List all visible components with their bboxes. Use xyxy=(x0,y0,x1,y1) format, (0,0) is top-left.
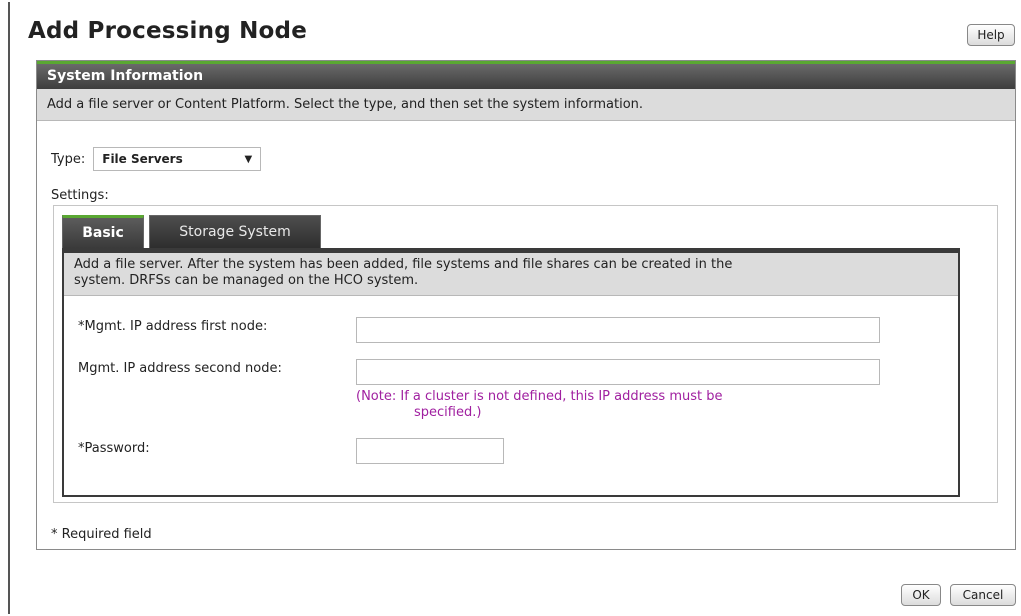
dialog-title: Add Processing Node xyxy=(28,18,307,44)
help-button[interactable]: Help xyxy=(967,24,1015,46)
basic-description-line1: Add a file server. After the system has … xyxy=(74,257,733,272)
cluster-note-line1: (Note: If a cluster is not defined, this… xyxy=(356,389,723,404)
ok-button[interactable]: OK xyxy=(901,584,941,606)
cancel-button[interactable]: Cancel xyxy=(950,584,1016,606)
tab-basic[interactable]: Basic xyxy=(62,215,144,248)
add-processing-node-dialog: Add Processing Node Help System Informat… xyxy=(8,2,1019,614)
basic-tab-content: Add a file server. After the system has … xyxy=(62,248,960,497)
panel-header: System Information xyxy=(37,61,1015,89)
ip-first-node-label: *Mgmt. IP address first node: xyxy=(78,319,268,334)
ip-first-node-input[interactable] xyxy=(356,317,880,343)
type-select-value: File Servers xyxy=(102,152,183,166)
basic-tab-description: Add a file server. After the system has … xyxy=(64,253,958,296)
tab-storage-system[interactable]: Storage System xyxy=(149,215,321,248)
type-label: Type: xyxy=(51,151,86,167)
cluster-note-line2: specified.) xyxy=(414,405,482,420)
settings-label: Settings: xyxy=(51,188,109,203)
type-select[interactable]: File Servers ▼ xyxy=(93,147,262,171)
required-field-note: * Required field xyxy=(51,527,152,542)
chevron-down-icon: ▼ xyxy=(244,153,253,165)
system-information-panel: System Information Add a file server or … xyxy=(36,60,1016,550)
type-row: Type: File Servers ▼ xyxy=(51,147,262,171)
ip-second-node-label: Mgmt. IP address second node: xyxy=(78,361,282,376)
settings-box: Basic Storage System Add a file server. … xyxy=(53,205,998,503)
cluster-note: (Note: If a cluster is not defined, this… xyxy=(356,389,723,421)
panel-description: Add a file server or Content Platform. S… xyxy=(37,89,1015,121)
password-input[interactable] xyxy=(356,438,504,464)
password-label: *Password: xyxy=(78,441,150,456)
basic-description-line2: system. DRFSs can be managed on the HCO … xyxy=(74,273,419,288)
ip-second-node-input[interactable] xyxy=(356,359,880,385)
